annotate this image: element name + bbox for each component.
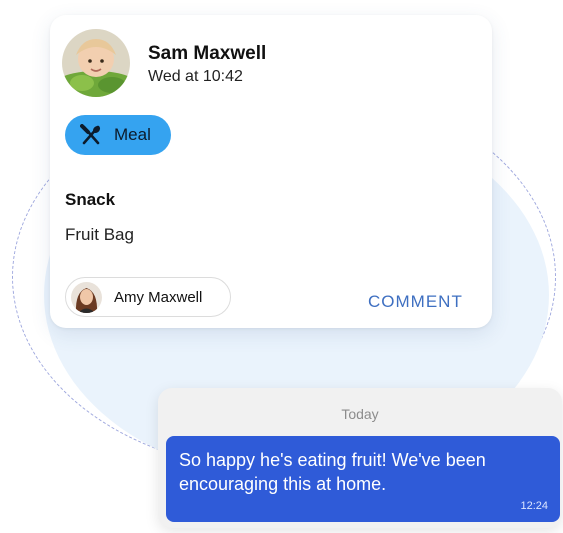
child-avatar-image bbox=[62, 29, 130, 97]
commenter-name: Amy Maxwell bbox=[114, 288, 203, 306]
snack-detail: Fruit Bag bbox=[65, 225, 134, 244]
child-avatar[interactable] bbox=[62, 29, 130, 97]
author-name: Sam Maxwell bbox=[148, 43, 267, 64]
fork-knife-icon bbox=[80, 124, 102, 146]
snack-heading: Snack bbox=[65, 190, 116, 209]
chat-date-separator: Today bbox=[341, 406, 379, 422]
post-card: Sam Maxwell Wed at 10:42 Meal Snack Frui… bbox=[50, 15, 492, 328]
message-bubble[interactable]: So happy he's eating fruit! We've been e… bbox=[166, 436, 560, 522]
chat-card: Today So happy he's eating fruit! We've … bbox=[158, 388, 562, 528]
post-timestamp: Wed at 10:42 bbox=[148, 68, 243, 85]
activity-chip-label: Meal bbox=[114, 125, 151, 144]
message-text: So happy he's eating fruit! We've been e… bbox=[179, 450, 486, 494]
message-time: 12:24 bbox=[520, 500, 548, 512]
commenter-chip[interactable]: Amy Maxwell bbox=[65, 277, 231, 317]
commenter-avatar bbox=[71, 281, 102, 313]
comment-button[interactable]: COMMENT bbox=[368, 292, 463, 312]
activity-chip-meal[interactable]: Meal bbox=[65, 115, 171, 155]
